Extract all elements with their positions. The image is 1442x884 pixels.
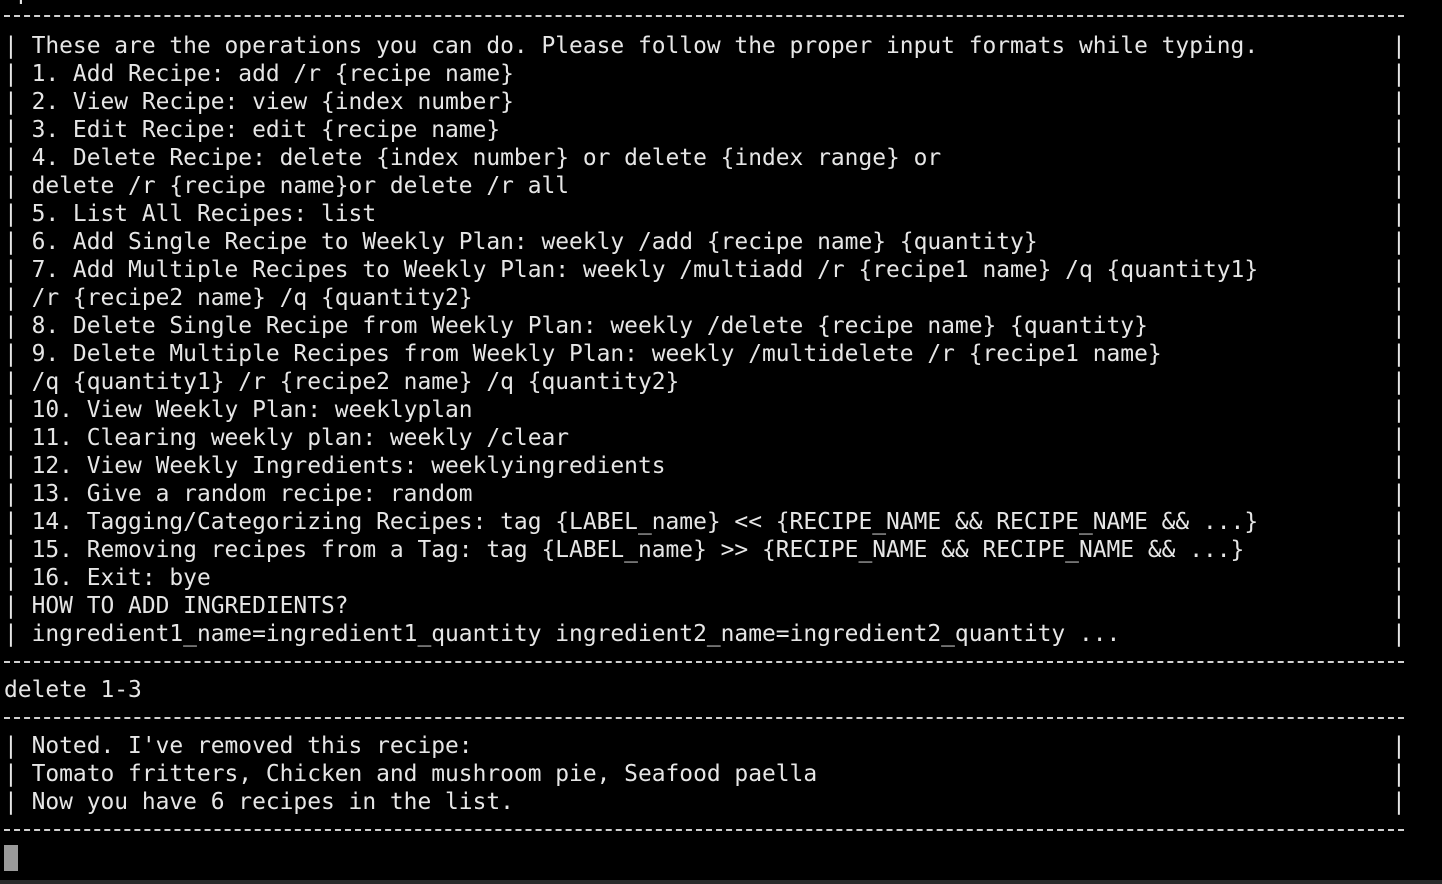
right-border-bar: | [1392, 565, 1406, 591]
text-cursor[interactable] [4, 845, 18, 871]
help-line: | HOW TO ADD INGREDIENTS? [4, 593, 349, 619]
help-line: | 13. Give a random recipe: random [4, 481, 473, 507]
right-border-bar: | [1392, 257, 1406, 283]
help-line: | 10. View Weekly Plan: weeklyplan [4, 397, 473, 423]
right-border-bar: | [1392, 145, 1406, 171]
right-border-bar: | [1392, 313, 1406, 339]
separator-line [4, 829, 1404, 831]
right-border-bar: | [1392, 201, 1406, 227]
right-border-bar: | [1392, 621, 1406, 647]
right-border-bar: | [1392, 89, 1406, 115]
response-line: | Noted. I've removed this recipe: [4, 733, 473, 759]
help-line: | 15. Removing recipes from a Tag: tag {… [4, 537, 1245, 563]
right-border-bar: | [1392, 509, 1406, 535]
right-border-bar: | [1392, 481, 1406, 507]
response-line: | Tomato fritters, Chicken and mushroom … [4, 761, 818, 787]
separator-line [4, 15, 1404, 17]
right-border-bar: | [1392, 229, 1406, 255]
window-bottom-edge [0, 880, 1442, 884]
help-line: | These are the operations you can do. P… [4, 33, 1259, 59]
help-line: | 6. Add Single Recipe to Weekly Plan: w… [4, 229, 1038, 255]
right-border-bar: | [1392, 61, 1406, 87]
right-border-bar: | [1392, 285, 1406, 311]
right-border-bar: | [1392, 117, 1406, 143]
scrolled-off-text: ~p [4, 0, 32, 6]
separator-line [4, 661, 1404, 663]
help-line: | 4. Delete Recipe: delete {index number… [4, 145, 942, 171]
help-line: | delete /r {recipe name}or delete /r al… [4, 173, 570, 199]
right-border-bar: | [1392, 369, 1406, 395]
help-line: | 3. Edit Recipe: edit {recipe name} [4, 117, 501, 143]
help-line: | 12. View Weekly Ingredients: weeklying… [4, 453, 666, 479]
right-border-bar: | [1392, 537, 1406, 563]
right-border-bar: | [1392, 789, 1406, 815]
command-input-echo: delete 1-3 [4, 677, 142, 703]
right-border-bar: | [1392, 173, 1406, 199]
right-border-bar: | [1392, 761, 1406, 787]
help-line: | 8. Delete Single Recipe from Weekly Pl… [4, 313, 1148, 339]
help-line: | 9. Delete Multiple Recipes from Weekly… [4, 341, 1162, 367]
help-line: | /q {quantity1} /r {recipe2 name} /q {q… [4, 369, 680, 395]
right-border-bar: | [1392, 453, 1406, 479]
right-border-bar: | [1392, 397, 1406, 423]
help-line: | 7. Add Multiple Recipes to Weekly Plan… [4, 257, 1259, 283]
separator-line [4, 717, 1404, 719]
right-border-bar: | [1392, 341, 1406, 367]
help-line: | 2. View Recipe: view {index number} [4, 89, 514, 115]
right-border-bar: | [1392, 33, 1406, 59]
help-line: | 5. List All Recipes: list [4, 201, 377, 227]
help-line: | 14. Tagging/Categorizing Recipes: tag … [4, 509, 1259, 535]
help-line: | /r {recipe2 name} /q {quantity2} [4, 285, 473, 311]
right-border-bar: | [1392, 593, 1406, 619]
right-border-bar: | [1392, 733, 1406, 759]
terminal-window[interactable]: ~p | These are the operations you can do… [0, 0, 1442, 884]
help-line: | 16. Exit: bye [4, 565, 211, 591]
right-border-bar: | [1392, 425, 1406, 451]
response-line: | Now you have 6 recipes in the list. [4, 789, 514, 815]
help-line: | ingredient1_name=ingredient1_quantity … [4, 621, 1121, 647]
help-line: | 11. Clearing weekly plan: weekly /clea… [4, 425, 570, 451]
help-line: | 1. Add Recipe: add /r {recipe name} [4, 61, 514, 87]
